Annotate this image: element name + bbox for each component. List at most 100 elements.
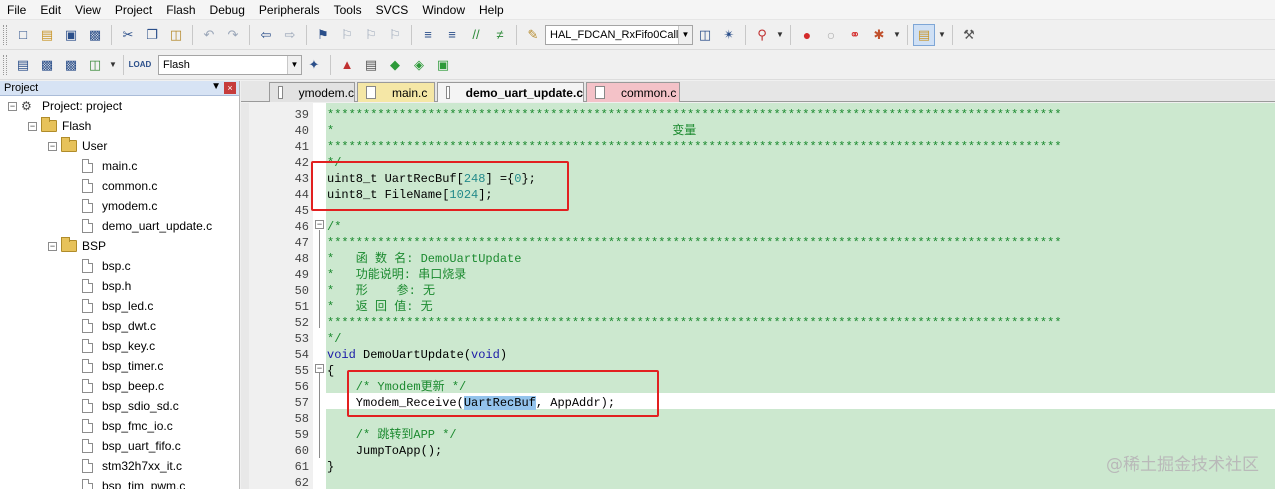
menu-edit[interactable]: Edit	[33, 0, 68, 20]
next-bookmark-icon[interactable]: ⚐	[360, 24, 382, 46]
tree-file[interactable]: common.c	[82, 176, 157, 196]
chevron-down-icon[interactable]: ▼	[678, 25, 692, 44]
unindent-icon[interactable]: ≡	[441, 24, 463, 46]
tree-file[interactable]: stm32h7xx_it.c	[82, 456, 182, 476]
prev-bookmark-icon[interactable]: ⚐	[336, 24, 358, 46]
collapse-icon[interactable]: −	[8, 101, 17, 111]
tree-file[interactable]: bsp_timer.c	[82, 356, 163, 376]
function-combo[interactable]: HAL_FDCAN_RxFifo0Callb ▼	[545, 24, 693, 45]
menu-project[interactable]: Project	[108, 0, 159, 20]
window-layout-icon[interactable]: ▤	[913, 23, 935, 46]
code-line[interactable]: /*	[327, 219, 341, 235]
find-icon[interactable]: ◫	[694, 24, 716, 46]
translate-icon[interactable]: ▤	[12, 54, 34, 76]
indent-icon[interactable]: ≡	[417, 24, 439, 46]
tree-file[interactable]: bsp.c	[82, 256, 131, 276]
load-icon[interactable]: LOAD	[129, 54, 152, 76]
nav-forward-icon[interactable]: ⇨	[279, 24, 301, 46]
code-line[interactable]: ****************************************…	[327, 315, 1062, 331]
find-in-files-icon[interactable]: ✎	[522, 24, 544, 46]
tree-project-root[interactable]: − ⚙ Project: project	[8, 96, 122, 116]
target-combo[interactable]: Flash ▼	[158, 54, 302, 75]
dropdown-arrow-icon[interactable]: ▼	[775, 24, 785, 46]
dropdown-arrow-icon[interactable]: ▼	[892, 24, 902, 46]
dropdown-arrow-icon[interactable]: ▼	[937, 24, 947, 46]
tree-file[interactable]: bsp_tim_pwm.c	[82, 476, 185, 489]
tree-file[interactable]: bsp_fmc_io.c	[82, 416, 173, 436]
tree-file[interactable]: bsp_dwt.c	[82, 316, 156, 336]
dropdown-arrow-icon[interactable]: ▼	[108, 54, 118, 76]
tree-group-user[interactable]: − User	[48, 136, 107, 156]
replace-icon[interactable]: ✴	[718, 24, 740, 46]
toolbar-grip[interactable]	[3, 54, 7, 75]
code-line[interactable]: * 返 回 值: 无	[327, 299, 433, 315]
code-line[interactable]: }	[327, 459, 334, 475]
tree-file[interactable]: demo_uart_update.c	[82, 216, 212, 236]
paste-icon[interactable]: ◫	[165, 24, 187, 46]
code-line[interactable]: * 形 参: 无	[327, 283, 435, 299]
code-editor[interactable]: 39 **************************************…	[241, 103, 1275, 489]
code-line[interactable]: ****************************************…	[327, 139, 1062, 155]
code-line[interactable]: /* 跳转到APP */	[327, 427, 457, 443]
breakpoint-icon[interactable]: ●	[796, 24, 818, 46]
new-file-icon[interactable]: □	[12, 24, 34, 46]
code-line[interactable]: */	[327, 331, 341, 347]
comment-icon[interactable]: //	[465, 24, 487, 46]
tree-file[interactable]: main.c	[82, 156, 137, 176]
collapse-icon[interactable]: −	[28, 121, 37, 131]
bookmark-icon[interactable]: ⚑	[312, 24, 334, 46]
configure-icon[interactable]: ⚒	[958, 24, 980, 46]
save-icon[interactable]: ▣	[60, 24, 82, 46]
code-line[interactable]: {	[327, 363, 334, 379]
kill-breakpoints-icon[interactable]: ✱	[868, 24, 890, 46]
pack-installer-icon[interactable]: ▣	[432, 54, 454, 76]
fold-toggle-icon[interactable]: −	[315, 364, 324, 373]
tab-ymodem-c[interactable]: ymodem.c	[269, 82, 355, 102]
save-all-icon[interactable]: ▩	[84, 24, 106, 46]
copy-icon[interactable]: ❐	[141, 24, 163, 46]
code-line[interactable]: * 函 数 名: DemoUartUpdate	[327, 251, 521, 267]
code-line[interactable]: * 变量	[327, 123, 696, 139]
open-file-icon[interactable]: ▤	[36, 24, 58, 46]
disable-breakpoint-icon[interactable]: ○	[820, 24, 842, 46]
select-packs-icon[interactable]: ◆	[384, 54, 406, 76]
tab-demo-uart-update-c[interactable]: demo_uart_update.c	[437, 82, 584, 102]
fold-toggle-icon[interactable]: −	[315, 220, 324, 229]
close-icon[interactable]: ×	[224, 82, 236, 94]
menu-window[interactable]: Window	[415, 0, 472, 20]
tree-file[interactable]: bsp_beep.c	[82, 376, 164, 396]
tree-file[interactable]: bsp_key.c	[82, 336, 155, 356]
debug-search-icon[interactable]: ⚲	[751, 24, 773, 46]
menu-flash[interactable]: Flash	[159, 0, 202, 20]
collapse-icon[interactable]: −	[48, 241, 57, 251]
code-line[interactable]: * 功能说明: 串口烧录	[327, 267, 466, 283]
menu-view[interactable]: View	[68, 0, 108, 20]
code-line[interactable]: void DemoUartUpdate(void)	[327, 347, 507, 363]
manage-project-icon[interactable]: ▲	[336, 54, 358, 76]
collapse-icon[interactable]: −	[48, 141, 57, 151]
tree-file[interactable]: bsp.h	[82, 276, 131, 296]
toolbar-grip[interactable]	[3, 24, 7, 45]
menu-peripherals[interactable]: Peripherals	[252, 0, 327, 20]
menu-help[interactable]: Help	[472, 0, 511, 20]
menu-file[interactable]: File	[0, 0, 33, 20]
uncomment-icon[interactable]: ≠	[489, 24, 511, 46]
tree-group-bsp[interactable]: − BSP	[48, 236, 106, 256]
nav-back-icon[interactable]: ⇦	[255, 24, 277, 46]
rebuild-icon[interactable]: ▩	[60, 54, 82, 76]
tree-file[interactable]: ymodem.c	[82, 196, 157, 216]
target-options-icon[interactable]: ✦	[303, 54, 325, 76]
menu-debug[interactable]: Debug	[203, 0, 252, 20]
build-icon[interactable]: ▩	[36, 54, 58, 76]
code-line[interactable]: ****************************************…	[327, 107, 1062, 123]
tree-file[interactable]: bsp_led.c	[82, 296, 153, 316]
tree-target-flash[interactable]: − Flash	[28, 116, 91, 136]
redo-icon[interactable]: ↷	[222, 24, 244, 46]
chevron-down-icon[interactable]: ▼	[287, 55, 301, 74]
menu-tools[interactable]: Tools	[327, 0, 369, 20]
pin-icon[interactable]: ▼	[211, 81, 221, 92]
tree-file[interactable]: bsp_uart_fifo.c	[82, 436, 181, 456]
tab-main-c[interactable]: main.c	[357, 82, 435, 102]
batch-build-icon[interactable]: ◫	[84, 54, 106, 76]
file-extensions-icon[interactable]: ▤	[360, 54, 382, 76]
